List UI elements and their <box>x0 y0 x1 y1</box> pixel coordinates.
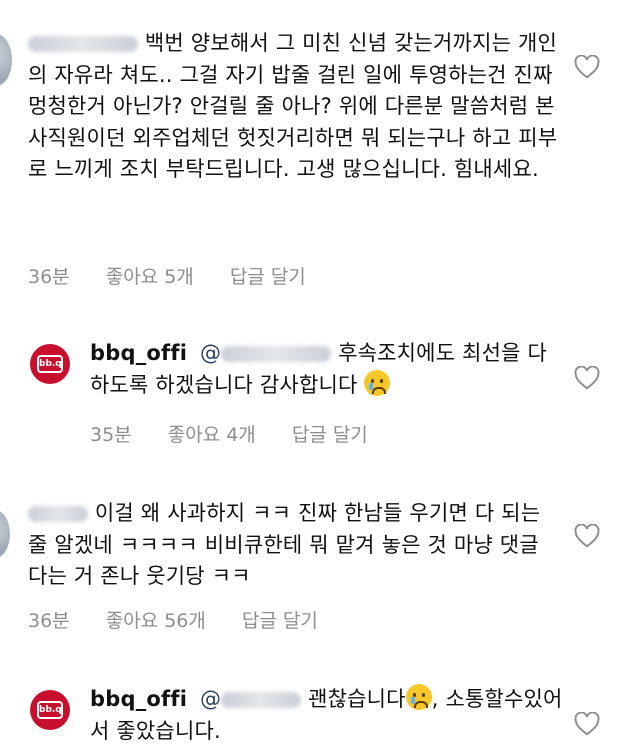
mention[interactable]: @ <box>200 687 221 711</box>
like-count[interactable]: 좋아요 5개 <box>106 266 194 288</box>
reply-button[interactable]: 답글 달기 <box>242 610 318 632</box>
bbq-logo: bb.q <box>37 355 63 373</box>
like-heart-icon[interactable] <box>574 55 600 79</box>
username-redacted[interactable] <box>28 36 138 52</box>
bbq-logo: bb.q <box>37 701 63 719</box>
like-heart-icon[interactable] <box>574 712 600 736</box>
mention-redacted[interactable] <box>221 692 302 708</box>
comment-text: bbq_offi @ 괜찮습니다, 소통할수있어서 좋았습니다. <box>90 684 570 747</box>
crying-face-icon <box>364 369 391 396</box>
timestamp: 36분 <box>28 266 70 288</box>
comment-text: 이걸 왜 사과하지 ㅋㅋ 진짜 한남들 우기면 다 되는 줄 알겠네 ㅋㅋㅋㅋ … <box>28 501 541 588</box>
mention-redacted[interactable] <box>221 346 332 362</box>
like-count[interactable]: 좋아요 56개 <box>106 610 206 632</box>
like-heart-icon[interactable] <box>574 366 600 390</box>
comment-text: 백번 양보해서 그 미친 신념 갖는거까지는 개인의 자유라 쳐도.. 그걸 자… <box>28 31 558 181</box>
reply-button[interactable]: 답글 달기 <box>230 266 306 288</box>
comment-text: bbq_offi @ 후속조치에도 최선을 다하도록 하겠습니다 감사합니다 <box>90 341 548 397</box>
like-count[interactable]: 좋아요 4개 <box>168 424 256 446</box>
comment-meta: 36분 좋아요 56개 답글 달기 <box>28 606 348 633</box>
comment-meta: 36분 좋아요 5개 답글 달기 <box>28 262 336 289</box>
avatar[interactable] <box>0 510 10 558</box>
avatar[interactable] <box>0 34 12 86</box>
timestamp: 36분 <box>28 610 70 632</box>
avatar[interactable]: bb.q <box>30 344 70 384</box>
mention[interactable]: @ <box>200 341 221 365</box>
comment-meta: 35분 좋아요 4개 답글 달기 <box>90 420 398 447</box>
reply-button[interactable]: 답글 달기 <box>292 424 368 446</box>
crying-face-icon <box>405 684 432 710</box>
username[interactable]: bbq_offi <box>90 341 187 365</box>
timestamp: 35분 <box>90 424 132 446</box>
like-heart-icon[interactable] <box>574 524 600 548</box>
username-redacted[interactable] <box>28 506 88 522</box>
avatar[interactable]: bb.q <box>30 690 70 730</box>
username[interactable]: bbq_offi <box>90 687 187 711</box>
